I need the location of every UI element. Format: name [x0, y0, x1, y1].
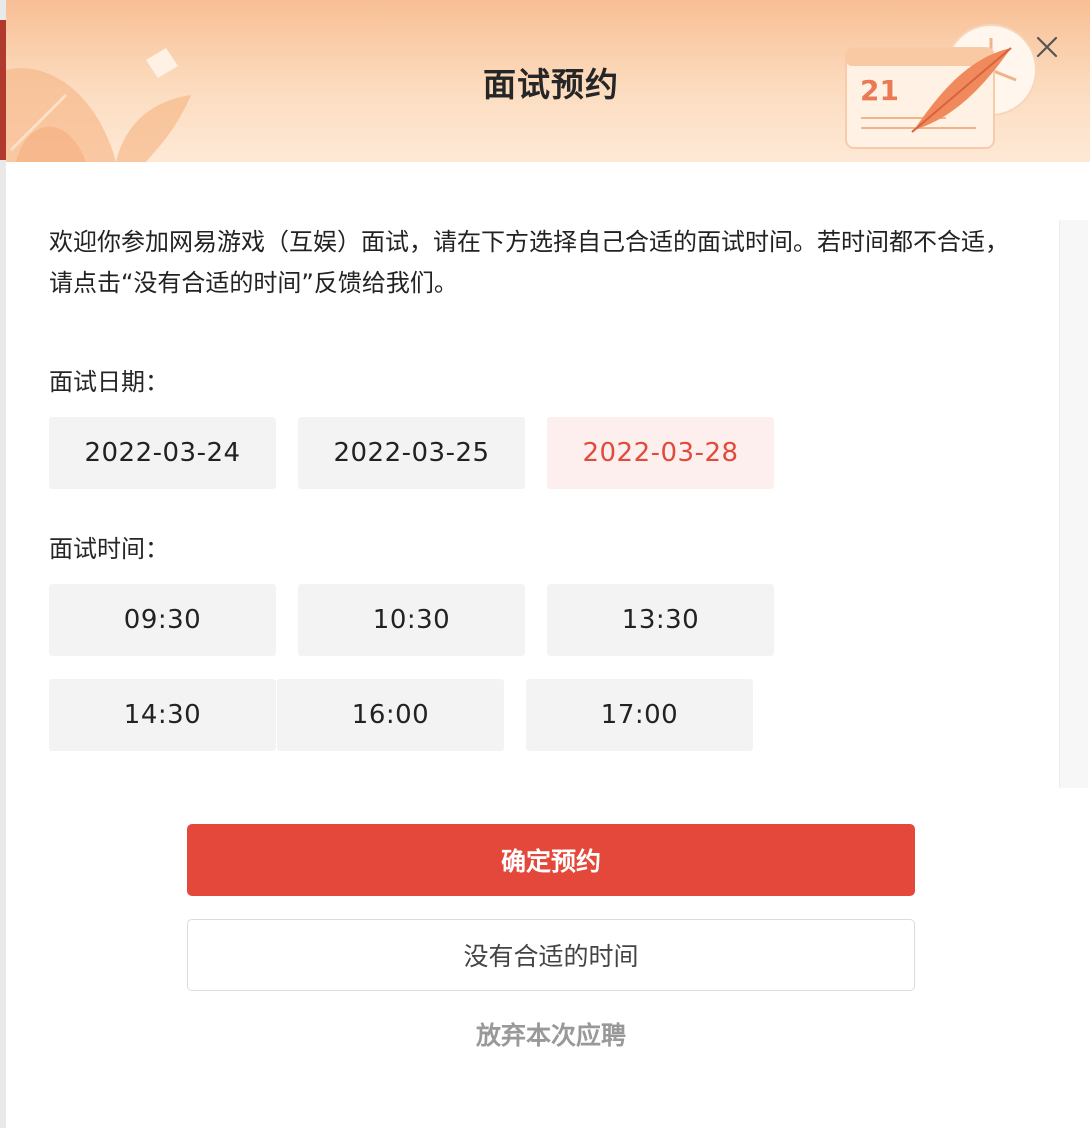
date-option-1[interactable]: 2022-03-24 — [49, 417, 276, 489]
time-label: 面试时间： — [49, 535, 169, 563]
modal-title: 面试预约 — [483, 65, 619, 104]
time-option-1700[interactable]: 17:00 — [526, 679, 753, 751]
time-option-1430[interactable]: 14:30 — [49, 679, 276, 751]
close-icon — [1036, 36, 1058, 58]
intro-text: 欢迎你参加网易游戏（互娱）面试，请在下方选择自己合适的面试时间。若时间都不合适，… — [49, 228, 1009, 297]
give-up-application-link[interactable]: 放弃本次应聘 — [187, 1016, 915, 1052]
date-label: 面试日期： — [49, 368, 169, 396]
time-option-1600[interactable]: 16:00 — [277, 679, 504, 751]
confirm-appointment-button[interactable]: 确定预约 — [187, 824, 915, 896]
date-option-3-selected[interactable]: 2022-03-28 — [547, 417, 774, 489]
close-button[interactable] — [1030, 30, 1064, 64]
modal-header: 21 面试预约 — [6, 0, 1090, 162]
date-option-2[interactable]: 2022-03-25 — [298, 417, 525, 489]
time-option-1030[interactable]: 10:30 — [298, 584, 525, 656]
scrollbar[interactable] — [1059, 220, 1088, 788]
appointment-modal: 21 面试预约 欢迎你参加网易游戏（互娱）面试，请在下方选择自己合适的面试时间。… — [6, 0, 1090, 1128]
time-option-0930[interactable]: 09:30 — [49, 584, 276, 656]
no-suitable-time-button[interactable]: 没有合适的时间 — [187, 919, 915, 991]
time-option-1330[interactable]: 13:30 — [547, 584, 774, 656]
